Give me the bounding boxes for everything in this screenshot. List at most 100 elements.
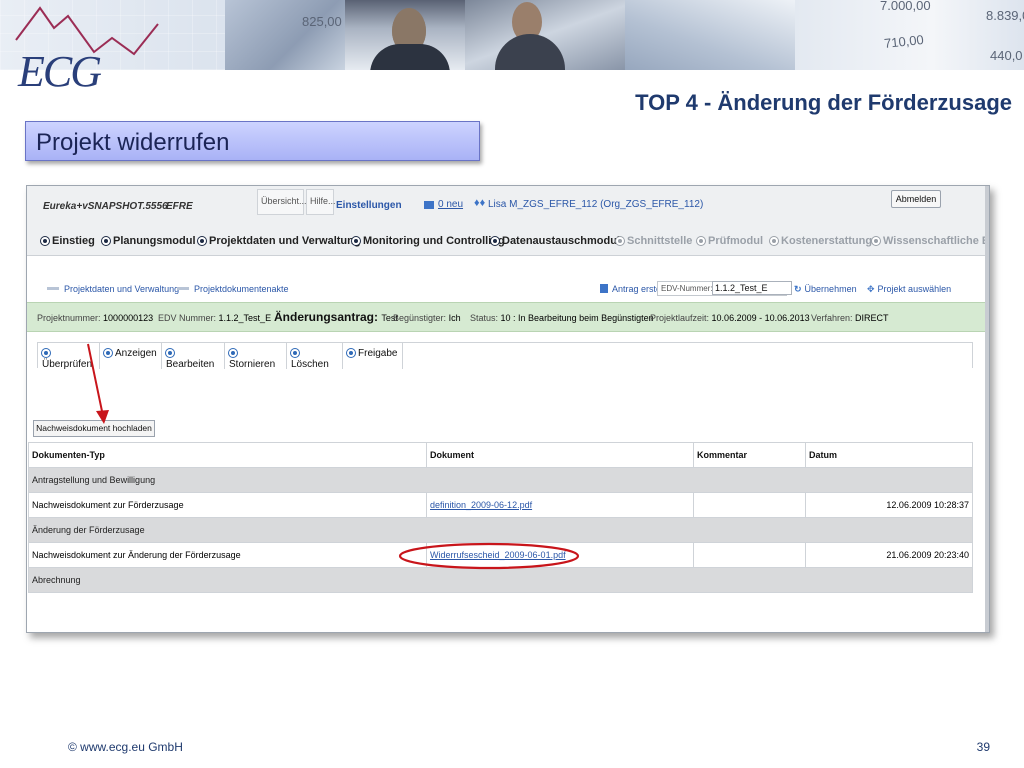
table-group-row: Änderung der Förderzusage <box>28 517 973 543</box>
column-header-date[interactable]: Datum <box>805 442 973 468</box>
edv-number-input[interactable]: 1.1.2_Test_E <box>712 281 792 295</box>
sub-navigation: Projektdaten und Verwaltung Projektdokum… <box>27 278 987 300</box>
nav-schnittstelle[interactable]: Schnittstelle <box>616 235 692 247</box>
banner-money-3: 8.839,0 <box>986 8 1024 23</box>
refresh-icon: ↻ <box>794 284 802 294</box>
nav-bullet-icon <box>352 237 360 245</box>
ecg-logo: ECG <box>8 6 178 96</box>
subtitle-box: Projekt widerrufen <box>25 121 480 161</box>
banner-money-5: 440,0 <box>990 48 1023 63</box>
apply-link[interactable]: ↻ Übernehmen <box>794 284 857 295</box>
nav-bullet-icon <box>872 237 880 245</box>
column-header-document[interactable]: Dokument <box>426 442 694 468</box>
app-topbar: Eureka+vSNAPSHOT.5556 EFRE Übersicht... … <box>27 186 987 226</box>
column-header-type[interactable]: Dokumenten-Typ <box>28 442 427 468</box>
action-bullet-icon <box>229 349 237 357</box>
nav-projektdaten[interactable]: Projektdaten und Verwaltung <box>198 235 361 247</box>
table-row: Nachweisdokument zur Förderzusage defini… <box>28 492 973 518</box>
action-bullet-icon <box>347 349 355 357</box>
app-brand: Eureka+vSNAPSHOT.5556 <box>43 201 168 212</box>
banner-money-2: 7.000,00 <box>880 0 931 13</box>
breadcrumb-dokumentenakte[interactable]: Projektdokumentenakte <box>177 284 289 294</box>
nav-bullet-icon <box>102 237 110 245</box>
table-header-row: Dokumenten-Typ Dokument Kommentar Datum <box>28 442 973 468</box>
main-nav: Einstieg Planungsmodul Projektdaten und … <box>27 226 989 256</box>
nav-bullet-icon <box>770 237 778 245</box>
nav-datenaustausch[interactable]: Datenaustauschmodul <box>491 235 620 247</box>
nav-bullet-icon <box>697 237 705 245</box>
nav-bullet-icon <box>41 237 49 245</box>
project-info-bar: Projektnummer: 1000000123 EDV Nummer: 1.… <box>27 302 987 332</box>
change-application-info: Änderungsantrag: Test <box>274 310 398 324</box>
page-number: 39 <box>976 740 990 754</box>
project-duration-info: Projektlaufzeit: 10.06.2009 - 10.06.2013 <box>650 313 810 323</box>
nav-wissenschaftliche[interactable]: Wissenschaftliche Begle <box>872 235 989 247</box>
nav-einstieg[interactable]: Einstieg <box>41 235 95 247</box>
nav-kostenerstattung[interactable]: Kostenerstattung <box>770 235 872 247</box>
column-header-comment[interactable]: Kommentar <box>693 442 806 468</box>
banner-photo-1 <box>225 0 345 70</box>
nav-planungsmodul[interactable]: Planungsmodul <box>102 235 196 247</box>
group-label: Änderung der Förderzusage <box>28 517 973 543</box>
select-project-link[interactable]: ✥ Projekt auswählen <box>867 284 951 295</box>
settings-link[interactable]: Einstellungen <box>336 200 402 211</box>
crumb-dots-icon <box>177 287 189 290</box>
users-icon: ♦♦ <box>474 197 486 209</box>
messages-link[interactable]: 0 neu <box>438 199 463 210</box>
banner-photo-4 <box>625 0 795 70</box>
table-group-row: Abrechnung <box>28 567 973 593</box>
check-button[interactable]: Überprüfen <box>38 343 100 370</box>
upload-evidence-button[interactable]: Nachweisdokument hochladen <box>33 420 155 437</box>
app-program: EFRE <box>166 201 193 212</box>
view-button[interactable]: Anzeigen <box>100 343 162 369</box>
nav-bullet-icon <box>616 237 624 245</box>
crumb-dots-icon <box>47 287 59 290</box>
release-button[interactable]: Freigabe <box>343 343 403 369</box>
subtitle-text: Projekt widerrufen <box>36 129 230 156</box>
vertical-scrollbar[interactable] <box>985 186 989 632</box>
move-icon: ✥ <box>867 284 875 294</box>
document-link[interactable]: Widerrufsescheid_2009-06-01.pdf <box>426 542 694 568</box>
action-bullet-icon <box>291 349 299 357</box>
nav-bullet-icon <box>491 237 499 245</box>
document-link[interactable]: definition_2009-06-12.pdf <box>426 492 694 518</box>
document-type-cell: Nachweisdokument zur Änderung der Förder… <box>28 542 427 568</box>
delete-button[interactable]: Löschen <box>287 343 343 370</box>
current-user[interactable]: Lisa M_ZGS_EFRE_112 (Org_ZGS_EFRE_112) <box>488 199 703 210</box>
procedure-info: Verfahren: DIRECT <box>811 313 889 323</box>
project-number-info: Projektnummer: 1000000123 <box>37 313 154 323</box>
action-toolbar: Überprüfen Anzeigen Bearbeiten Storniere… <box>37 342 973 370</box>
date-cell: 12.06.2009 10:28:37 <box>805 492 973 518</box>
comment-cell <box>693 542 806 568</box>
overview-tab[interactable]: Übersicht... <box>257 189 307 215</box>
group-label: Antragstellung und Bewilligung <box>28 467 973 493</box>
document-type-cell: Nachweisdokument zur Förderzusage <box>28 492 427 518</box>
group-label: Abrechnung <box>28 567 973 593</box>
comment-cell <box>693 492 806 518</box>
app-window: Eureka+vSNAPSHOT.5556 EFRE Übersicht... … <box>26 185 990 633</box>
status-info: Status: 10 : In Bearbeitung beim Begünst… <box>470 313 654 323</box>
breadcrumb-projektdaten[interactable]: Projektdaten und Verwaltung <box>47 284 179 294</box>
nav-monitoring[interactable]: Monitoring und Controlling <box>352 235 505 247</box>
cancel-button[interactable]: Stornieren <box>225 343 287 370</box>
help-tab[interactable]: Hilfe... <box>306 189 336 215</box>
mail-icon[interactable] <box>424 201 434 209</box>
beneficiary-info: Begünstigter: Ich <box>393 313 461 323</box>
date-cell: 21.06.2009 20:23:40 <box>805 542 973 568</box>
action-bullet-icon <box>104 349 112 357</box>
edv-number-info: EDV Nummer: 1.1.2_Test_E <box>158 313 272 323</box>
edit-button[interactable]: Bearbeiten <box>162 343 225 370</box>
documents-table: Dokumenten-Typ Dokument Kommentar Datum … <box>28 442 973 593</box>
footer-copyright: © www.ecg.eu GmbH <box>68 740 183 754</box>
banner-money-1: 825,00 <box>302 14 342 29</box>
nav-pruefmodul[interactable]: Prüfmodul <box>697 235 763 247</box>
action-bullet-icon <box>42 349 50 357</box>
action-bullet-icon <box>166 349 174 357</box>
logout-button[interactable]: Abmelden <box>891 190 941 208</box>
document-icon <box>600 284 608 293</box>
table-row: Nachweisdokument zur Änderung der Förder… <box>28 542 973 568</box>
nav-bullet-icon <box>198 237 206 245</box>
table-group-row: Antragstellung und Bewilligung <box>28 467 973 493</box>
slide-title: TOP 4 - Änderung der Förderzusage <box>635 90 1012 115</box>
logo-text: ECG <box>18 47 102 96</box>
